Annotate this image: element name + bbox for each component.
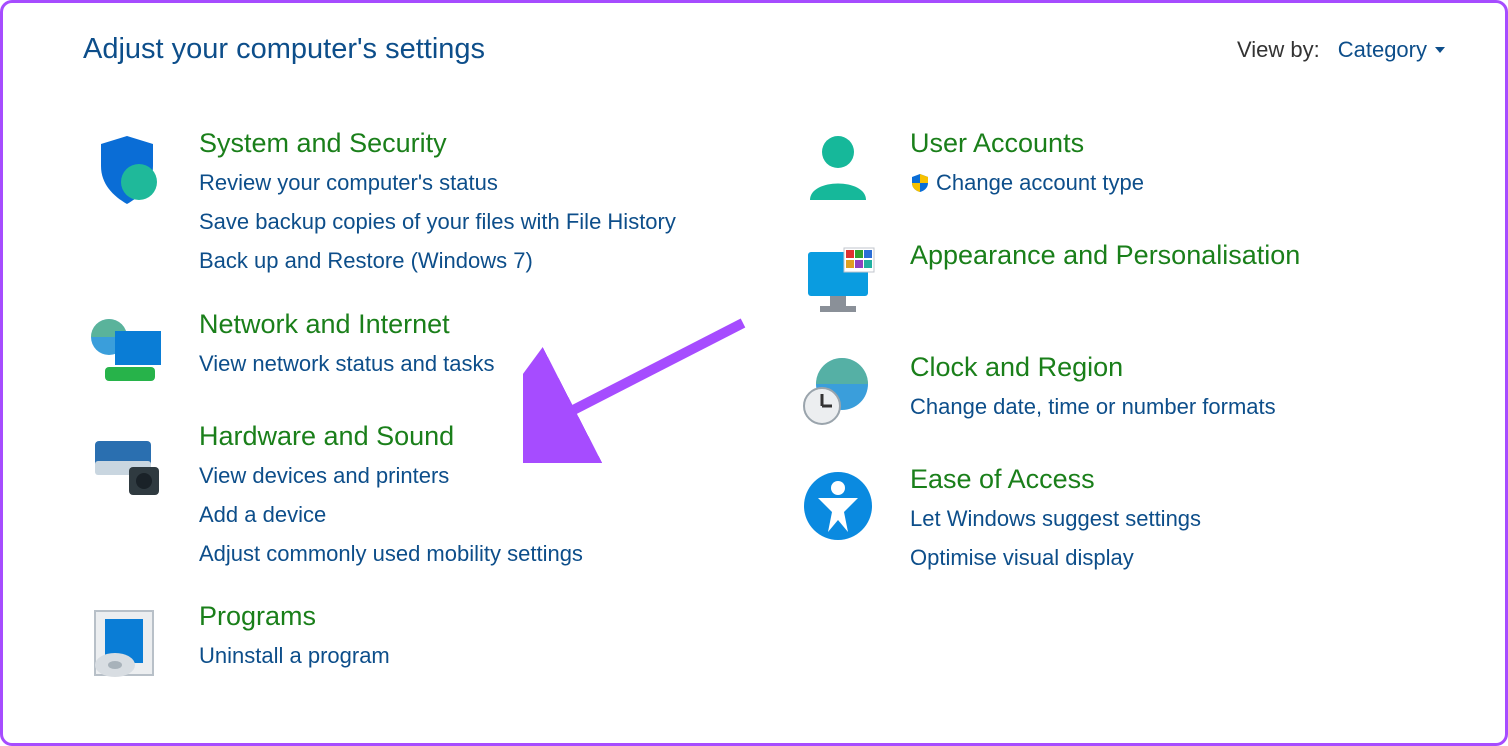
category-link-label: View devices and printers	[199, 458, 449, 493]
category-icon	[83, 126, 171, 210]
shield-icon	[87, 130, 167, 210]
category-icon	[83, 307, 171, 391]
category-appearance-and-personalisation: Appearance and Personalisation	[794, 238, 1445, 322]
category-system-and-security: System and Security Review your computer'…	[83, 126, 734, 279]
category-body: Hardware and Sound View devices and print…	[199, 419, 583, 572]
category-link-label: Optimise visual display	[910, 540, 1134, 575]
category-title[interactable]: Network and Internet	[199, 307, 495, 342]
category-network-and-internet: Network and Internet View network status …	[83, 307, 734, 391]
category-title[interactable]: Programs	[199, 599, 390, 634]
page-title: Adjust your computer's settings	[83, 33, 485, 66]
category-link-change-date-time-or-number-formats[interactable]: Change date, time or number formats	[910, 389, 1276, 424]
category-link-label: Back up and Restore (Windows 7)	[199, 243, 533, 278]
category-body: Programs Uninstall a program	[199, 599, 390, 673]
category-programs: Programs Uninstall a program	[83, 599, 734, 683]
category-link-view-network-status-and-tasks[interactable]: View network status and tasks	[199, 346, 495, 381]
categories-grid: System and Security Review your computer'…	[83, 126, 1445, 711]
category-link-label: Review your computer's status	[199, 165, 498, 200]
category-body: System and Security Review your computer'…	[199, 126, 676, 279]
appearance-icon	[798, 242, 878, 322]
category-link-label: Adjust commonly used mobility settings	[199, 536, 583, 571]
category-link-label: Change date, time or number formats	[910, 389, 1276, 424]
category-clock-and-region: Clock and Region Change date, time or num…	[794, 350, 1445, 434]
view-by-value: Category	[1338, 37, 1427, 63]
category-link-view-devices-and-printers[interactable]: View devices and printers	[199, 458, 583, 493]
category-link-uninstall-a-program[interactable]: Uninstall a program	[199, 638, 390, 673]
view-by-dropdown[interactable]: Category	[1338, 37, 1445, 63]
programs-icon	[87, 603, 167, 683]
category-link-label: Let Windows suggest settings	[910, 501, 1201, 536]
category-title[interactable]: Hardware and Sound	[199, 419, 583, 454]
category-link-label: View network status and tasks	[199, 346, 495, 381]
category-link-let-windows-suggest-settings[interactable]: Let Windows suggest settings	[910, 501, 1201, 536]
category-icon	[794, 126, 882, 210]
category-body: User Accounts Change account type	[910, 126, 1144, 200]
category-user-accounts: User Accounts Change account type	[794, 126, 1445, 210]
category-link-label: Save backup copies of your files with Fi…	[199, 204, 676, 239]
category-link-adjust-commonly-used-mobility-settings[interactable]: Adjust commonly used mobility settings	[199, 536, 583, 571]
category-link-change-account-type[interactable]: Change account type	[910, 165, 1144, 200]
category-link-label: Change account type	[936, 165, 1144, 200]
category-icon	[794, 350, 882, 434]
ease-icon	[798, 466, 878, 546]
category-body: Appearance and Personalisation	[910, 238, 1300, 273]
category-body: Ease of Access Let Windows suggest settin…	[910, 462, 1201, 575]
category-title[interactable]: System and Security	[199, 126, 676, 161]
category-link-save-backup-copies-of-your-files-with-file-history[interactable]: Save backup copies of your files with Fi…	[199, 204, 676, 239]
category-link-label: Add a device	[199, 497, 326, 532]
category-icon	[83, 419, 171, 503]
category-icon	[794, 238, 882, 322]
category-ease-of-access: Ease of Access Let Windows suggest settin…	[794, 462, 1445, 575]
category-icon	[83, 599, 171, 683]
category-link-back-up-and-restore-windows-7[interactable]: Back up and Restore (Windows 7)	[199, 243, 676, 278]
header: Adjust your computer's settings View by:…	[83, 33, 1445, 66]
user-icon	[798, 130, 878, 210]
clock-icon	[798, 354, 878, 434]
uac-shield-icon	[910, 173, 930, 193]
view-by-group: View by: Category	[1237, 37, 1445, 63]
category-link-add-a-device[interactable]: Add a device	[199, 497, 583, 532]
category-hardware-and-sound: Hardware and Sound View devices and print…	[83, 419, 734, 572]
category-title[interactable]: Ease of Access	[910, 462, 1201, 497]
category-icon	[794, 462, 882, 546]
network-icon	[87, 311, 167, 391]
category-link-label: Uninstall a program	[199, 638, 390, 673]
categories-right-col: User Accounts Change account type	[794, 126, 1445, 711]
category-title[interactable]: User Accounts	[910, 126, 1144, 161]
category-body: Network and Internet View network status …	[199, 307, 495, 381]
hardware-icon	[87, 423, 167, 503]
view-by-label: View by:	[1237, 37, 1320, 63]
category-title[interactable]: Appearance and Personalisation	[910, 238, 1300, 273]
categories-left-col: System and Security Review your computer'…	[83, 126, 734, 711]
category-link-review-your-computer-s-status[interactable]: Review your computer's status	[199, 165, 676, 200]
category-body: Clock and Region Change date, time or num…	[910, 350, 1276, 424]
category-title[interactable]: Clock and Region	[910, 350, 1276, 385]
category-link-optimise-visual-display[interactable]: Optimise visual display	[910, 540, 1201, 575]
